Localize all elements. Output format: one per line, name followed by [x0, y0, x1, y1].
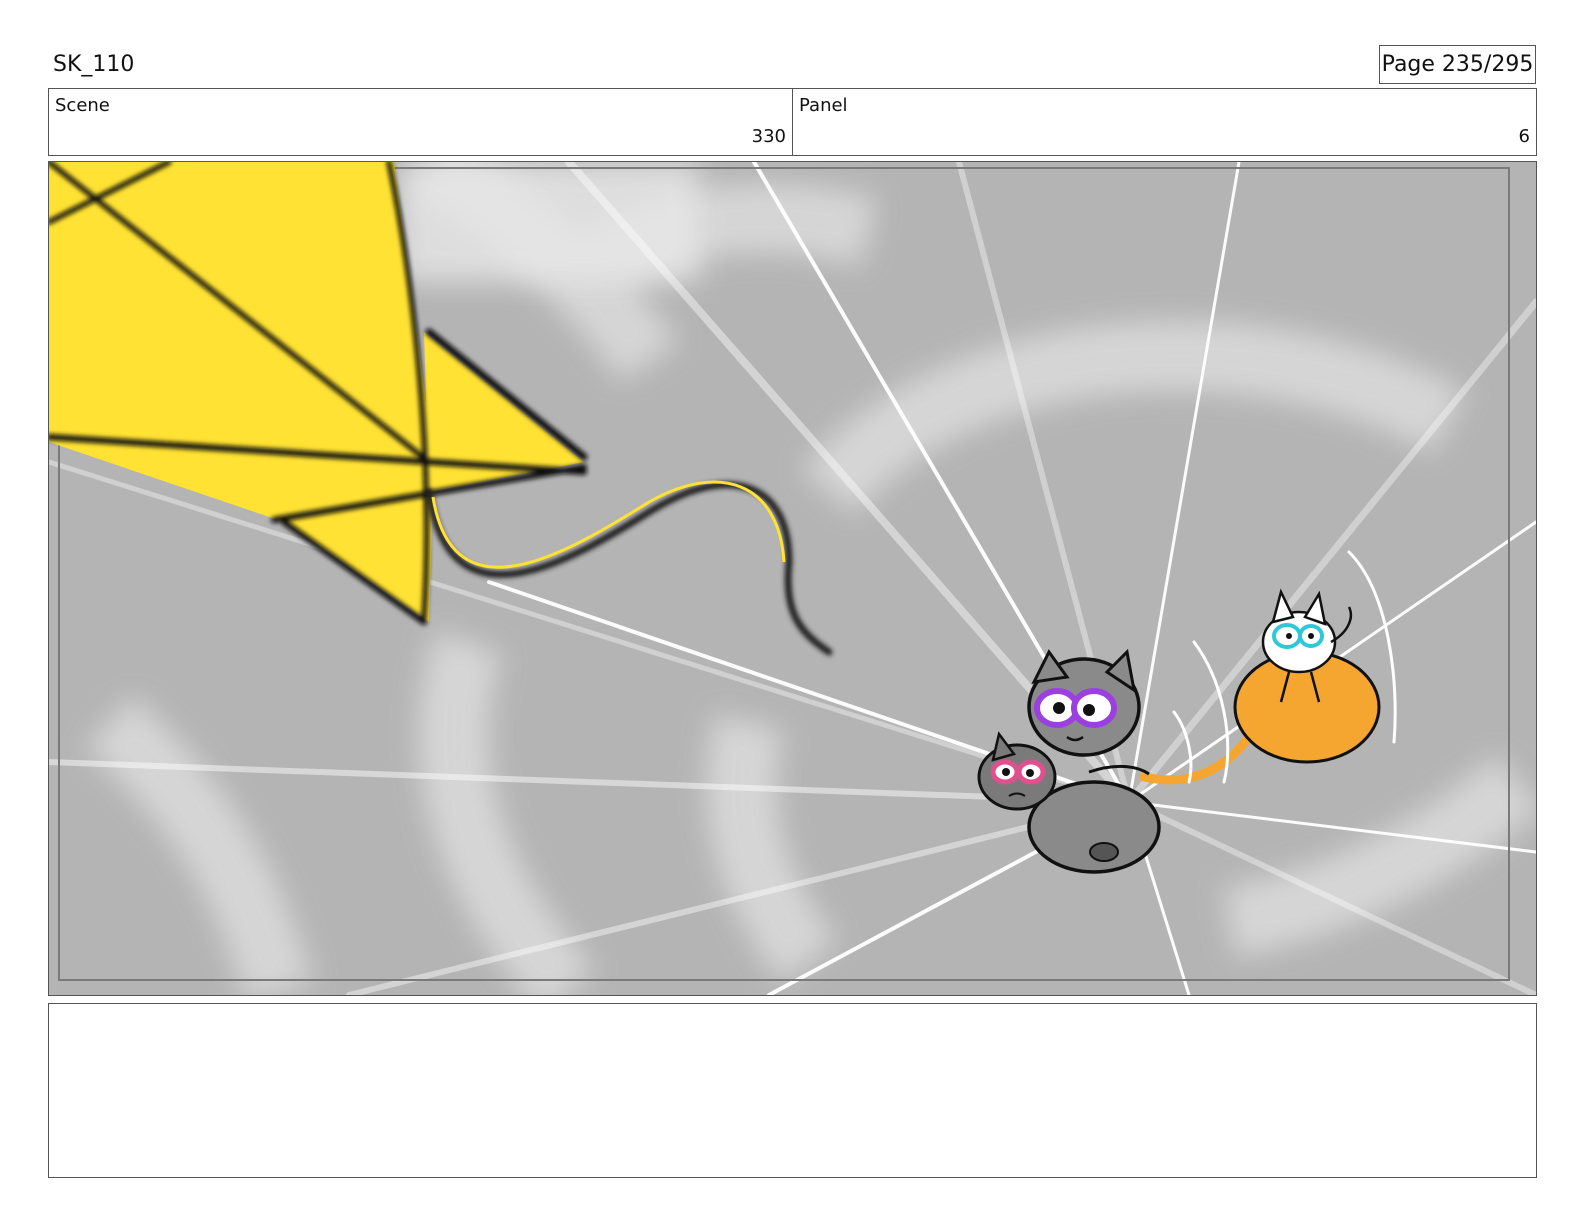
- scene-label: Scene: [55, 95, 110, 116]
- panel-label: Panel: [799, 95, 848, 116]
- panel-number: 6: [1518, 126, 1530, 147]
- panel-cell: Panel 6: [792, 89, 1536, 155]
- panel-drawing: [49, 162, 1536, 995]
- scene-cell: Scene 330: [49, 89, 792, 155]
- page-indicator: Page 235/295: [1379, 45, 1536, 84]
- storyboard-panel: [48, 161, 1537, 996]
- project-title: SK_110: [53, 52, 135, 77]
- notes-box: [48, 1003, 1537, 1178]
- info-row: Scene 330 Panel 6: [48, 88, 1537, 156]
- scene-number: 330: [751, 126, 786, 147]
